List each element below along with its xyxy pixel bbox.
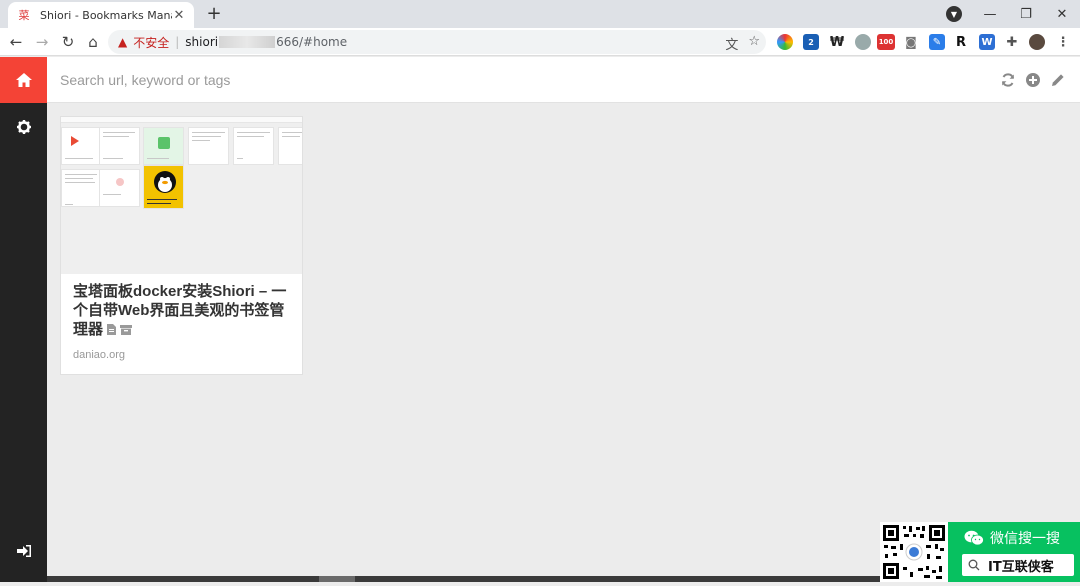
app-sidebar	[0, 57, 47, 582]
wechat-account-searchbox: IT互联侠客	[962, 554, 1074, 576]
minimize-button[interactable]: —	[972, 0, 1008, 28]
wechat-search-label: 微信搜一搜	[964, 528, 1060, 548]
home-nav-button[interactable]	[0, 57, 47, 103]
wechat-account-name: IT互联侠客	[988, 559, 1054, 575]
thumbnail-tile	[143, 127, 184, 165]
thumbnail-header	[61, 117, 302, 123]
thumbnail-tile	[61, 127, 102, 165]
extension-word-icon[interactable]: W	[979, 34, 995, 50]
plus-circle-icon	[1026, 73, 1040, 87]
home-button[interactable]: ⌂	[83, 32, 103, 52]
thumbnail-tile	[233, 127, 274, 165]
extension-color-icon[interactable]	[777, 34, 793, 50]
restore-button[interactable]: ❐	[1008, 0, 1044, 28]
app-header	[47, 57, 1080, 103]
thumbnail-tile	[188, 127, 229, 165]
address-bar[interactable]: ▲ 不安全 | shiori 666/#home 文 ☆	[108, 30, 766, 54]
tab-title: Shiori - Bookmarks Manager	[40, 8, 172, 22]
penguin-icon	[154, 171, 176, 193]
extension-badge: 2	[808, 37, 814, 47]
wechat-search-text: 微信搜一搜	[990, 531, 1060, 547]
thumbnail-tile	[61, 169, 102, 207]
close-window-button[interactable]: ✕	[1044, 0, 1080, 28]
new-tab-button[interactable]: +	[204, 3, 224, 24]
url-redacted	[219, 36, 276, 48]
magnifier-icon	[968, 559, 980, 571]
sign-out-icon	[16, 545, 31, 557]
forward-button[interactable]: →	[32, 32, 52, 52]
home-icon	[15, 73, 32, 87]
bookmark-card-body: 宝塔面板docker安装Shiori – 一个自带Web界面且美观的书签管理器 …	[61, 274, 302, 361]
extensions-puzzle-icon[interactable]: ✚	[1004, 34, 1020, 50]
url-path: 666/#home	[276, 35, 348, 49]
extension-blue-icon[interactable]: ✎	[929, 34, 945, 50]
browser-tab[interactable]: 菜 Shiori - Bookmarks Manager ✕	[8, 2, 194, 28]
warning-icon: ▲	[118, 35, 128, 49]
logout-nav-button[interactable]	[0, 536, 47, 566]
search-input[interactable]	[60, 69, 960, 91]
bookmark-card[interactable]: 宝塔面板docker安装Shiori – 一个自带Web界面且美观的书签管理器 …	[60, 116, 303, 375]
tab-close-icon[interactable]: ✕	[172, 8, 186, 23]
extension-r-icon[interactable]: R	[953, 34, 969, 50]
bookmark-title[interactable]: 宝塔面板docker安装Shiori – 一个自带Web界面且美观的书签管理器	[73, 282, 290, 340]
extension-counter-icon[interactable]: 100	[877, 34, 895, 50]
add-bookmark-button[interactable]	[1024, 71, 1042, 89]
thumbnail-tile	[143, 165, 184, 209]
browser-tab-bar: 菜 Shiori - Bookmarks Manager ✕ + ▼ — ❐ ✕	[0, 0, 1080, 28]
bookmark-domain: daniao.org	[73, 349, 125, 361]
scrollbar-thumb[interactable]	[319, 576, 355, 582]
pencil-icon	[1052, 74, 1064, 86]
qr-code	[880, 522, 948, 582]
camera-icon[interactable]: ◙	[903, 34, 919, 50]
gear-icon	[16, 120, 31, 134]
wechat-logo-icon	[964, 530, 984, 546]
extension-leaf-icon[interactable]	[855, 34, 871, 50]
bottom-scrollbar[interactable]	[47, 576, 880, 582]
browser-toolbar: ← → ↻ ⌂ ▲ 不安全 | shiori 666/#home 文 ☆ 2 ₩…	[0, 28, 1080, 56]
edit-mode-button[interactable]	[1049, 71, 1067, 89]
extension-counter-badge: 100	[878, 38, 894, 46]
refresh-icon	[1002, 73, 1014, 87]
bookmark-thumbnail	[61, 117, 302, 274]
thumbnail-tile	[99, 127, 140, 165]
thumbnail-tile	[278, 127, 302, 165]
url-separator: |	[175, 35, 180, 49]
tab-search-icon[interactable]: ▼	[946, 6, 962, 22]
profile-avatar[interactable]	[1029, 34, 1045, 50]
readable-document-icon[interactable]	[107, 321, 117, 340]
translate-icon[interactable]: 文	[725, 34, 738, 53]
extension-trello-icon[interactable]: 2	[803, 34, 819, 50]
bookmark-star-icon[interactable]: ☆	[748, 34, 760, 53]
extension-w-icon[interactable]: ₩	[829, 34, 845, 50]
play-icon	[71, 136, 79, 146]
thumbnail-tile	[99, 169, 140, 207]
wechat-search-watermark: 微信搜一搜 IT互联侠客	[880, 522, 1080, 582]
menu-kebab-icon[interactable]: ⋮	[1055, 34, 1071, 50]
refresh-button[interactable]	[999, 71, 1017, 89]
reload-button[interactable]: ↻	[58, 32, 78, 52]
tab-favicon-icon: 菜	[18, 9, 30, 22]
archive-box-icon[interactable]	[120, 321, 133, 340]
insecure-label[interactable]: 不安全	[133, 34, 169, 51]
back-button[interactable]: ←	[6, 32, 26, 52]
settings-nav-button[interactable]	[0, 112, 47, 142]
url-host: shiori	[185, 35, 219, 49]
bookmark-title-text[interactable]: 宝塔面板docker安装Shiori – 一个自带Web界面且美观的书签管理器	[73, 283, 286, 338]
